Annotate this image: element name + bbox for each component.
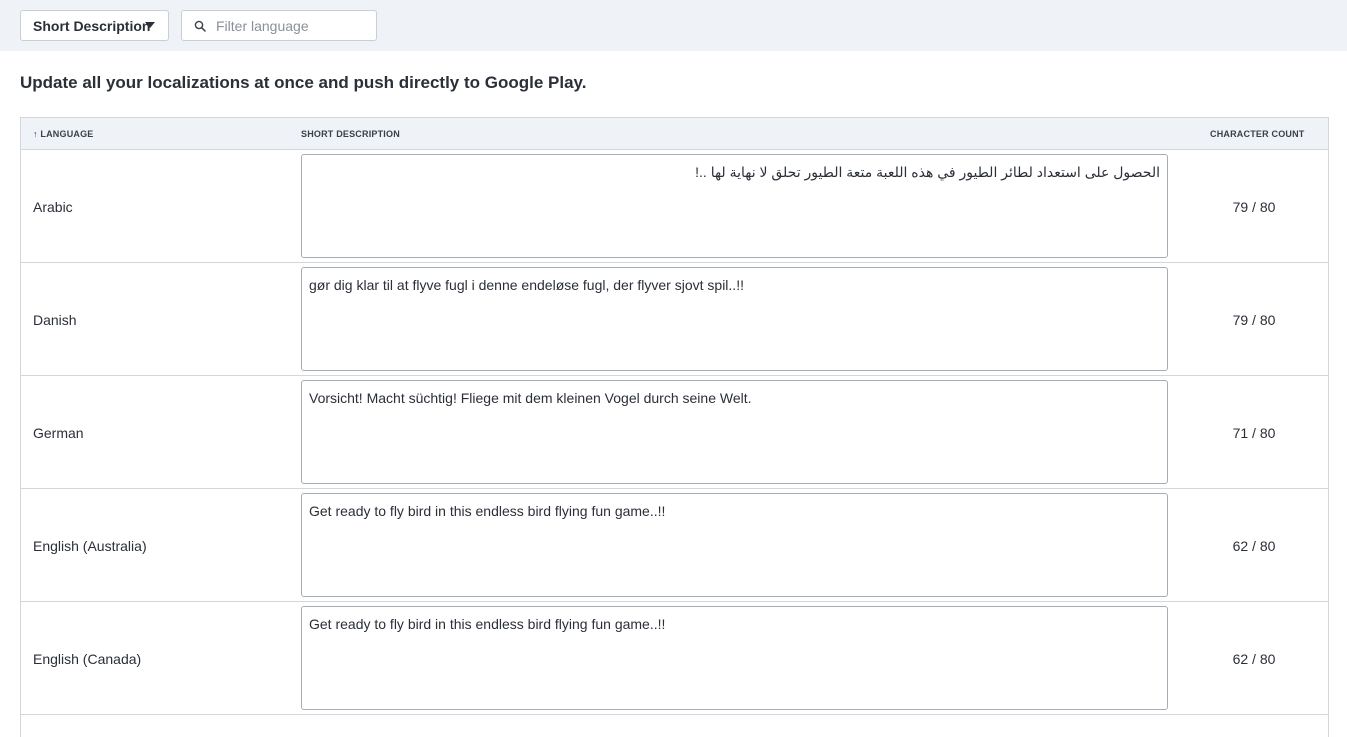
localization-table: ↑ LANGUAGE SHORT DESCRIPTION CHARACTER C… bbox=[20, 117, 1329, 737]
language-cell: Arabic bbox=[33, 199, 73, 215]
caret-down-icon bbox=[145, 22, 155, 28]
page-headline: Update all your localizations at once an… bbox=[20, 73, 587, 92]
character-count-cell: 62 / 80 bbox=[1232, 538, 1276, 554]
character-count-cell: 71 / 80 bbox=[1232, 425, 1276, 441]
short-description-textarea[interactable]: gør dig klar til at flyve fugl i denne e… bbox=[301, 267, 1168, 371]
table-row: English (Canada) Get ready to fly bird i… bbox=[21, 602, 1328, 715]
table-row: English (Australia) Get ready to fly bir… bbox=[21, 489, 1328, 602]
short-description-textarea[interactable]: الحصول على استعداد لطائر الطيور في هذه ا… bbox=[301, 154, 1168, 258]
language-cell: English (Canada) bbox=[33, 651, 142, 667]
character-count-cell: 79 / 80 bbox=[1232, 312, 1276, 328]
language-cell: German bbox=[33, 425, 84, 441]
filter-language-box[interactable] bbox=[181, 10, 377, 41]
table-row: Arabic الحصول على استعداد لطائر الطيور ف… bbox=[21, 150, 1328, 263]
column-header-short-description: SHORT DESCRIPTION bbox=[301, 129, 400, 139]
search-icon bbox=[194, 20, 206, 32]
field-select-dropdown[interactable]: Short Description bbox=[20, 10, 169, 41]
table-header: ↑ LANGUAGE SHORT DESCRIPTION CHARACTER C… bbox=[21, 118, 1328, 150]
short-description-textarea[interactable]: Get ready to fly bird in this endless bi… bbox=[301, 606, 1168, 710]
character-count-cell: 79 / 80 bbox=[1232, 199, 1276, 215]
short-description-textarea[interactable]: Vorsicht! Macht süchtig! Fliege mit dem … bbox=[301, 380, 1168, 484]
column-header-language[interactable]: ↑ LANGUAGE bbox=[33, 129, 94, 139]
table-row: German Vorsicht! Macht süchtig! Fliege m… bbox=[21, 376, 1328, 489]
field-select-label: Short Description bbox=[33, 17, 151, 34]
language-cell: Danish bbox=[33, 312, 77, 328]
toolbar: Short Description bbox=[0, 0, 1347, 51]
column-header-character-count: CHARACTER COUNT bbox=[1210, 129, 1305, 139]
filter-language-input[interactable] bbox=[216, 14, 371, 37]
language-cell: English (Australia) bbox=[33, 538, 147, 554]
short-description-textarea[interactable]: Get ready to fly bird in this endless bi… bbox=[301, 493, 1168, 597]
table-row: Danish gør dig klar til at flyve fugl i … bbox=[21, 263, 1328, 376]
character-count-cell: 62 / 80 bbox=[1232, 651, 1276, 667]
